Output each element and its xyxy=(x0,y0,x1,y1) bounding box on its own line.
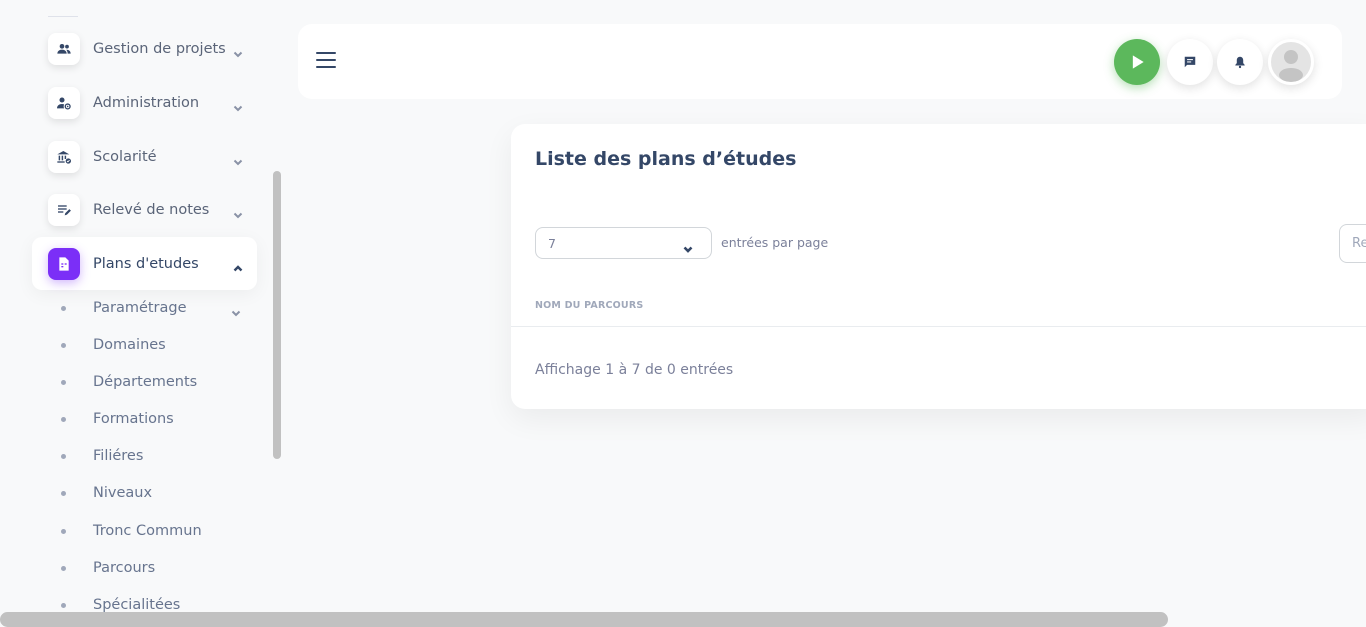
bullet-icon xyxy=(61,528,66,534)
sidebar-item-gestion-de-projets[interactable]: Gestion de projets xyxy=(32,22,257,75)
chevron-down-icon xyxy=(233,98,243,111)
chat-icon xyxy=(1184,56,1196,68)
bullet-icon xyxy=(61,416,66,422)
sidebar-subitem-label: Départements xyxy=(93,374,198,390)
sidebar-subitem-domaines[interactable]: Domaines xyxy=(48,330,257,360)
bullet-icon xyxy=(61,342,66,348)
search-input[interactable] xyxy=(1339,224,1366,263)
sidebar-subitem-label: Tronc Commun xyxy=(93,523,202,539)
plans-list-card: Liste des plans d’études 7 entrées par p… xyxy=(511,124,1366,409)
sidebar-item-plans-d-etudes[interactable]: Plans d'etudes xyxy=(32,237,257,290)
sidebar-subitem-label: Parcours xyxy=(93,560,156,576)
sidebar-item-releve-de-notes[interactable]: Relevé de notes xyxy=(32,183,257,236)
sidebar-item-label: Administration xyxy=(93,94,200,111)
sidebar-item-label: Relevé de notes xyxy=(93,201,210,218)
sidebar-subitem-filieres[interactable]: Filiéres xyxy=(48,441,257,471)
sidebar-subitem-parametrage[interactable]: Paramétrage xyxy=(48,293,257,323)
edit-list-icon xyxy=(48,193,80,226)
sidebar-subitem-label: Filiéres xyxy=(93,448,144,464)
sidebar-item-scolarite[interactable]: Scolarité xyxy=(32,130,257,183)
sidebar: Gestion de projets Administration Scolar… xyxy=(0,0,290,627)
user-avatar-icon[interactable] xyxy=(1268,39,1314,85)
page-size-value: 7 xyxy=(548,236,556,251)
table-divider xyxy=(511,326,1366,327)
sidebar-subitem-label: Niveaux xyxy=(93,485,153,501)
sidebar-item-label: Gestion de projets xyxy=(93,40,226,57)
column-header-nom-du-parcours[interactable]: NOM DU PARCOURS xyxy=(535,300,643,311)
sidebar-subitem-tronc-commun[interactable]: Tronc Commun xyxy=(48,516,257,546)
bullet-icon xyxy=(61,602,66,608)
document-icon xyxy=(48,247,80,280)
bullet-icon xyxy=(61,490,66,496)
entries-per-page-label: entrées par page xyxy=(721,235,829,250)
chevron-down-icon xyxy=(233,152,243,165)
sidebar-scrollbar[interactable] xyxy=(273,171,281,459)
chevron-up-icon xyxy=(233,259,243,271)
bullet-icon xyxy=(61,305,66,311)
bell-icon xyxy=(1235,56,1245,69)
chevron-down-icon xyxy=(231,303,241,317)
sidebar-divider xyxy=(48,16,78,17)
pagination-info: Affichage 1 à 7 de 0 entrées xyxy=(535,362,734,378)
page-size-select[interactable]: 7 xyxy=(535,227,712,259)
sidebar-item-label: Plans d'etudes xyxy=(93,255,199,272)
play-button[interactable] xyxy=(1114,39,1160,85)
bullet-icon xyxy=(61,565,66,571)
chat-button[interactable] xyxy=(1167,39,1213,85)
bullet-icon xyxy=(61,379,66,385)
notifications-button[interactable] xyxy=(1217,39,1263,85)
user-gear-icon xyxy=(48,86,80,119)
sidebar-subitem-label: Formations xyxy=(93,411,174,427)
horizontal-scrollbar[interactable] xyxy=(0,612,1168,627)
people-icon xyxy=(48,32,80,65)
top-navbar xyxy=(298,24,1342,99)
hamburger-icon[interactable] xyxy=(316,52,336,70)
sidebar-subitem-niveaux[interactable]: Niveaux xyxy=(48,478,257,508)
chevron-down-icon xyxy=(233,44,243,57)
sidebar-subitem-formations[interactable]: Formations xyxy=(48,404,257,434)
sidebar-item-label: Scolarité xyxy=(93,148,157,165)
card-title: Liste des plans d’études xyxy=(535,148,797,170)
bank-check-icon xyxy=(48,140,80,173)
sidebar-subitem-departements[interactable]: Départements xyxy=(48,367,257,397)
bullet-icon xyxy=(61,453,66,459)
sidebar-subitem-label: Domaines xyxy=(93,337,166,353)
chevron-down-icon xyxy=(683,239,693,253)
sidebar-subitem-parcours[interactable]: Parcours xyxy=(48,553,257,583)
chevron-down-icon xyxy=(233,205,243,218)
sidebar-subitem-label: Spécialitées xyxy=(93,597,181,613)
play-icon xyxy=(1132,55,1144,69)
sidebar-subitem-label: Paramétrage xyxy=(93,300,187,316)
sidebar-item-administration[interactable]: Administration xyxy=(32,76,257,129)
